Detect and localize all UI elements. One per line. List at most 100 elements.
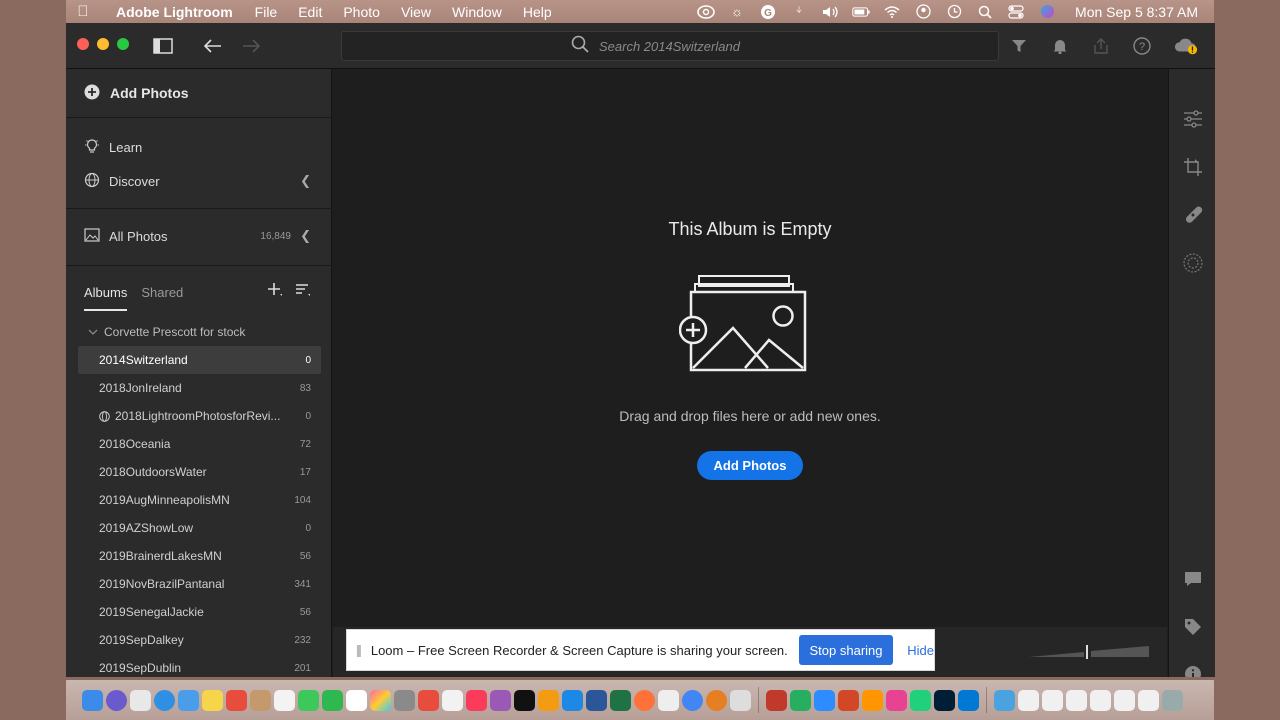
downloads-folder-icon[interactable] <box>994 689 1015 711</box>
healing-bandage-icon[interactable] <box>1181 203 1205 227</box>
cloud-sync-warning-icon[interactable] <box>1174 34 1198 58</box>
toggle-sidebar-icon[interactable] <box>151 34 175 58</box>
album-item[interactable]: 2019NovBrazilPantanal 341 <box>78 570 321 598</box>
word-icon[interactable] <box>586 689 607 711</box>
back-arrow-icon[interactable] <box>201 34 225 58</box>
sidebar-item-all-photos[interactable]: All Photos 16,849 ❮ <box>66 219 331 253</box>
menu-window[interactable]: Window <box>452 4 502 20</box>
lightroom-dock-icon[interactable] <box>934 689 955 711</box>
notifications-bell-icon[interactable] <box>1048 34 1072 58</box>
messages-icon[interactable] <box>298 689 319 711</box>
menubar-clock[interactable]: Mon Sep 5 8:37 AM <box>1075 4 1198 20</box>
chevron-down-icon[interactable] <box>88 325 98 339</box>
album-item[interactable]: 2019AugMinneapolisMN 104 <box>78 486 321 514</box>
contacts-icon[interactable] <box>250 689 271 711</box>
masking-icon[interactable] <box>1181 251 1205 275</box>
crop-icon[interactable] <box>1181 155 1205 179</box>
powerpoint-icon[interactable] <box>838 689 859 711</box>
document-thumb-icon[interactable] <box>1066 689 1087 711</box>
menu-edit[interactable]: Edit <box>298 4 322 20</box>
drag-handle-icon[interactable]: ❚ <box>347 643 371 657</box>
facetime-icon[interactable] <box>322 689 343 711</box>
launchpad-icon[interactable] <box>130 689 151 711</box>
finder-icon[interactable] <box>82 689 103 711</box>
album-item[interactable]: 2018JonIreland 83 <box>78 374 321 402</box>
sidebar-item-learn[interactable]: Learn <box>66 130 331 164</box>
sort-icon[interactable] <box>295 282 311 303</box>
siri-icon[interactable] <box>1038 4 1056 20</box>
album-item[interactable]: 2019BrainerdLakesMN 56 <box>78 542 321 570</box>
news-icon[interactable] <box>418 689 439 711</box>
appstore-gif-icon[interactable] <box>442 689 463 711</box>
podcasts-icon[interactable] <box>490 689 511 711</box>
firefox-dev-icon[interactable] <box>862 689 883 711</box>
pdf-expert-icon[interactable] <box>706 689 727 711</box>
add-photos-button[interactable]: Add Photos <box>697 451 803 480</box>
bluetooth-icon[interactable]: ᛎ <box>790 4 808 20</box>
document-thumb-icon[interactable] <box>1114 689 1135 711</box>
document-thumb-icon[interactable] <box>1090 689 1111 711</box>
hide-banner-link[interactable]: Hide <box>907 643 934 658</box>
tab-shared[interactable]: Shared <box>141 285 183 300</box>
album-item[interactable]: 2018Oceania 72 <box>78 430 321 458</box>
close-window-button[interactable] <box>77 38 89 50</box>
album-item[interactable]: 2018OutdoorsWater 17 <box>78 458 321 486</box>
edit-sliders-icon[interactable] <box>1181 107 1205 131</box>
brightness-icon[interactable]: ☼ <box>728 4 746 20</box>
user-icon[interactable] <box>914 4 932 20</box>
firefox-icon[interactable] <box>634 689 655 711</box>
screencast-icon[interactable] <box>766 689 787 711</box>
maps-icon[interactable] <box>226 689 247 711</box>
album-item[interactable]: 2018LightroomPhotosforRevi... 0 <box>78 402 321 430</box>
creative-cloud-icon[interactable] <box>697 4 715 20</box>
add-album-icon[interactable] <box>267 282 283 303</box>
filter-icon[interactable] <box>1007 34 1031 58</box>
thumbnail-size-slider[interactable] <box>1029 645 1149 659</box>
safari-icon[interactable] <box>154 689 175 711</box>
album-item[interactable]: 2019SepDalkey 232 <box>78 626 321 654</box>
photos-icon[interactable] <box>370 689 391 711</box>
forward-arrow-icon[interactable] <box>239 34 263 58</box>
apple-menu-icon[interactable]:  <box>66 3 100 20</box>
app-icon[interactable] <box>910 689 931 711</box>
help-viewer-icon[interactable] <box>730 689 751 711</box>
menu-view[interactable]: View <box>401 4 431 20</box>
control-center-icon[interactable] <box>1007 4 1025 20</box>
album-item[interactable]: 2014Switzerland 0 <box>78 346 321 374</box>
system-preferences-icon[interactable] <box>394 689 415 711</box>
search-input[interactable] <box>599 38 769 54</box>
document-thumb-icon[interactable] <box>1042 689 1063 711</box>
document-thumb-icon[interactable] <box>1018 689 1039 711</box>
notes-icon[interactable] <box>202 689 223 711</box>
chrome-icon[interactable] <box>682 689 703 711</box>
wifi-icon[interactable] <box>883 4 901 20</box>
menu-file[interactable]: File <box>255 4 278 20</box>
menu-help[interactable]: Help <box>523 4 552 20</box>
share-icon[interactable] <box>1089 34 1113 58</box>
app-store-icon[interactable] <box>562 689 583 711</box>
album-item[interactable]: 2019SepDublin 201 <box>78 654 321 677</box>
app-menu[interactable]: Adobe Lightroom <box>116 4 233 20</box>
apple-tv-icon[interactable] <box>514 689 535 711</box>
spotlight-search-icon[interactable] <box>976 4 994 20</box>
trash-icon[interactable] <box>1162 689 1183 711</box>
books-icon[interactable] <box>538 689 559 711</box>
music-icon[interactable] <box>466 689 487 711</box>
chevron-left-icon[interactable]: ❮ <box>300 228 311 244</box>
chevron-left-icon[interactable]: ❮ <box>300 173 311 189</box>
album-item[interactable]: 2019SenegalJackie 56 <box>78 598 321 626</box>
album-item[interactable]: 2019AZShowLow 0 <box>78 514 321 542</box>
no-entry-icon[interactable] <box>658 689 679 711</box>
siri-dock-icon[interactable] <box>106 689 127 711</box>
menu-photo[interactable]: Photo <box>343 4 380 20</box>
keyword-tag-icon[interactable] <box>1181 615 1205 639</box>
evernote-icon[interactable] <box>790 689 811 711</box>
mail-icon[interactable] <box>178 689 199 711</box>
minimize-window-button[interactable] <box>97 38 109 50</box>
reminders-icon[interactable] <box>274 689 295 711</box>
stop-sharing-button[interactable]: Stop sharing <box>798 635 894 665</box>
excel-icon[interactable] <box>610 689 631 711</box>
battery-icon[interactable] <box>852 4 870 20</box>
sidebar-add-photos-button[interactable]: Add Photos <box>66 69 331 118</box>
calendar-icon[interactable] <box>346 689 367 711</box>
